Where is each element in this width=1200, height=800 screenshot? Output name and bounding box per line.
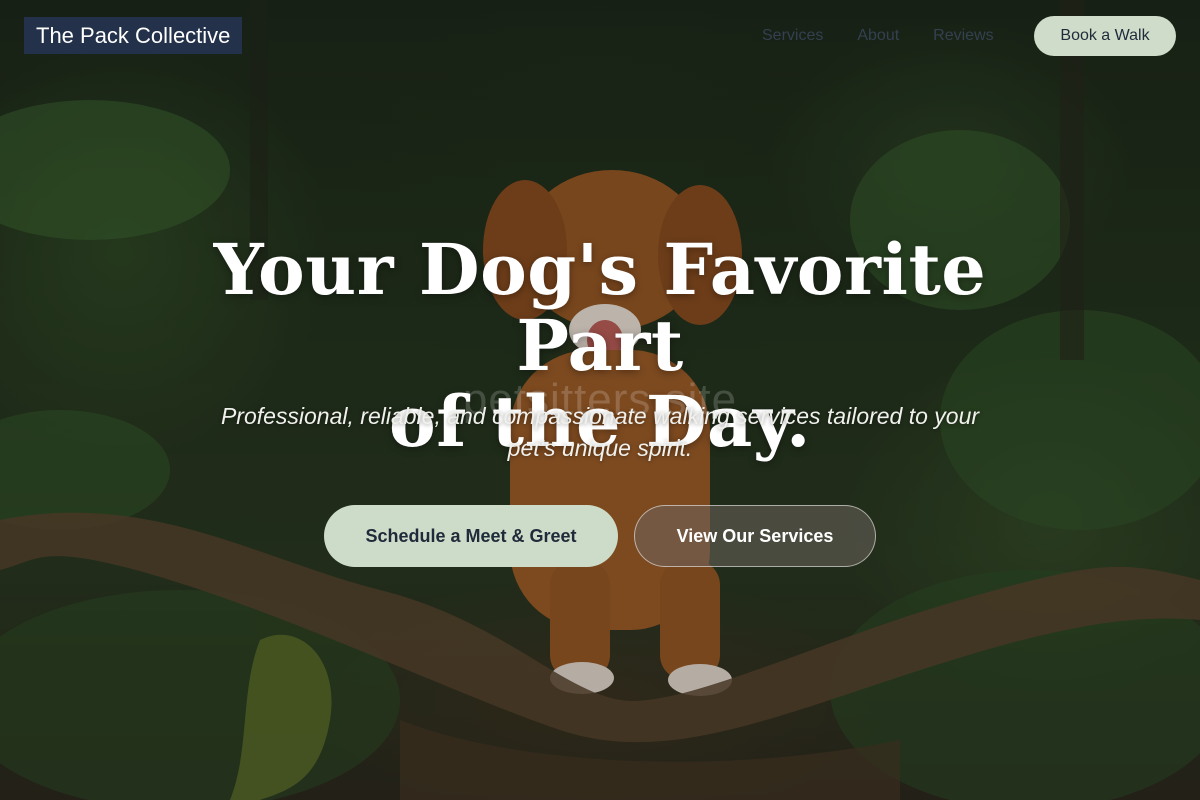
nav-link-about[interactable]: About — [857, 26, 899, 46]
hero-subtitle: Professional, reliable, and compassionat… — [170, 400, 1030, 464]
main-nav: Services About Reviews — [762, 26, 994, 46]
schedule-meet-greet-button[interactable]: Schedule a Meet & Greet — [324, 505, 618, 567]
book-a-walk-button[interactable]: Book a Walk — [1034, 16, 1176, 56]
hero-headline-line1: Your Dog's Favorite Part — [213, 228, 987, 387]
nav-link-reviews[interactable]: Reviews — [933, 26, 993, 46]
hero-subtitle-line2: pet's unique spirit. — [507, 435, 693, 461]
hero-subtitle-line1: Professional, reliable, and compassionat… — [220, 403, 980, 429]
brand-logo[interactable]: The Pack Collective — [24, 17, 243, 54]
hero-section: The Pack Collective Services About Revie… — [0, 0, 1200, 800]
nav-link-services[interactable]: Services — [762, 26, 823, 46]
view-services-button[interactable]: View Our Services — [634, 505, 876, 567]
